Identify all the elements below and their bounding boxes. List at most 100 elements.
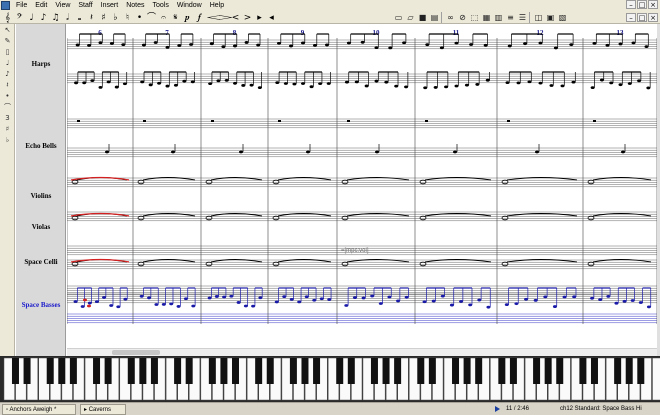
- horizontal-scroll-thumb[interactable]: [112, 350, 160, 355]
- piano-icon[interactable]: ▥: [493, 12, 504, 23]
- palette-symbol-icon[interactable]: 𝄋: [170, 12, 181, 23]
- black-key[interactable]: [637, 358, 645, 384]
- palette-symbol-icon[interactable]: 𝆏: [182, 12, 193, 23]
- new-icon[interactable]: ▭: [393, 12, 404, 23]
- doc-close-button[interactable]: ×: [648, 13, 658, 22]
- black-key[interactable]: [452, 358, 460, 384]
- palette-symbol-icon[interactable]: 𝄢: [14, 12, 25, 23]
- sharp-icon[interactable]: ♯: [1, 124, 14, 134]
- black-key[interactable]: [625, 358, 633, 384]
- white-key[interactable]: [652, 357, 660, 401]
- black-key[interactable]: [313, 358, 321, 384]
- black-key[interactable]: [347, 358, 355, 384]
- black-key[interactable]: [590, 358, 598, 384]
- staff-name-violins[interactable]: Violins: [16, 192, 66, 200]
- menu-tools[interactable]: Tools: [148, 1, 172, 10]
- palette-symbol-icon[interactable]: ♩: [26, 12, 37, 23]
- black-key[interactable]: [301, 358, 309, 384]
- eraser-icon[interactable]: ▯: [1, 47, 14, 57]
- black-key[interactable]: [11, 358, 19, 384]
- black-key[interactable]: [509, 358, 517, 384]
- rest-icon[interactable]: 𝄽: [1, 80, 14, 90]
- pointer-icon[interactable]: ↖: [1, 25, 14, 35]
- palette-symbol-icon[interactable]: 𝆓: [218, 12, 233, 23]
- black-key[interactable]: [614, 358, 622, 384]
- close-button[interactable]: ×: [648, 0, 658, 9]
- palette-symbol-icon[interactable]: >: [242, 12, 253, 23]
- midi-icon[interactable]: ▧: [557, 12, 568, 23]
- palette-symbol-icon[interactable]: 𝅗𝅥: [62, 12, 73, 23]
- quarter-note-icon[interactable]: ♩: [1, 58, 14, 68]
- black-key[interactable]: [139, 358, 147, 384]
- palette-symbol-icon[interactable]: <: [230, 12, 241, 23]
- palette-symbol-icon[interactable]: 𝄽: [86, 12, 97, 23]
- export-icon[interactable]: ▣: [545, 12, 556, 23]
- black-key[interactable]: [255, 358, 263, 384]
- mixer-icon[interactable]: ≡: [505, 12, 516, 23]
- menu-staff[interactable]: Staff: [74, 1, 96, 10]
- tie-icon[interactable]: ⌒: [1, 102, 14, 112]
- palette-symbol-icon[interactable]: ♭: [110, 12, 121, 23]
- black-key[interactable]: [150, 358, 158, 384]
- staff-name-harps[interactable]: Harps: [16, 60, 66, 68]
- open-icon[interactable]: ▱: [405, 12, 416, 23]
- black-key[interactable]: [127, 358, 135, 384]
- staff-name-space-celli[interactable]: Space Celli: [16, 258, 66, 266]
- black-key[interactable]: [23, 358, 31, 384]
- triplet-icon[interactable]: 3: [1, 113, 14, 123]
- taskbar-item-caverns[interactable]: ▸ Caverns: [80, 404, 126, 415]
- black-key[interactable]: [417, 358, 425, 384]
- black-key[interactable]: [544, 358, 552, 384]
- black-key[interactable]: [208, 358, 216, 384]
- black-key[interactable]: [498, 358, 506, 384]
- pencil-icon[interactable]: ✎: [1, 36, 14, 46]
- palette-symbol-icon[interactable]: ⌒: [146, 12, 157, 23]
- zoom-icon[interactable]: ⊘: [457, 12, 468, 23]
- staff-name-echo-bells[interactable]: Echo Bells: [16, 142, 66, 150]
- palette-symbol-icon[interactable]: ♮: [122, 12, 133, 23]
- palette-symbol-icon[interactable]: 𝅝: [74, 12, 85, 23]
- black-key[interactable]: [69, 358, 77, 384]
- black-key[interactable]: [428, 358, 436, 384]
- palette-symbol-icon[interactable]: ♫: [50, 12, 61, 23]
- palette-symbol-icon[interactable]: •: [134, 12, 145, 23]
- flat-icon[interactable]: ♭: [1, 135, 14, 145]
- dot-icon[interactable]: •: [1, 91, 14, 101]
- staff-name-space-basses[interactable]: Space Basses: [16, 301, 66, 309]
- black-key[interactable]: [58, 358, 66, 384]
- doc-minimize-button[interactable]: –: [626, 13, 636, 22]
- glasses-icon[interactable]: ∞: [445, 12, 456, 23]
- black-key[interactable]: [232, 358, 239, 384]
- eighth-note-icon[interactable]: ♪: [1, 69, 14, 79]
- taskbar-item-anchors-aweigh[interactable]: ▫ Anchors Aweigh *: [2, 404, 76, 415]
- staff-name-violas[interactable]: Violas: [16, 223, 66, 231]
- maximize-button[interactable]: □: [637, 0, 647, 9]
- palette-symbol-icon[interactable]: ◂: [266, 12, 277, 23]
- menu-notes[interactable]: Notes: [122, 1, 148, 10]
- menu-edit[interactable]: Edit: [31, 1, 51, 10]
- black-key[interactable]: [289, 358, 297, 384]
- list-icon[interactable]: ☰: [517, 12, 528, 23]
- black-key[interactable]: [220, 358, 228, 384]
- palette-symbol-icon[interactable]: 𝆒: [206, 12, 221, 23]
- score-area[interactable]: 6 7 8 9 10 11 12 13 =[mpc:vol]: [67, 24, 657, 356]
- select-icon[interactable]: ⬚: [469, 12, 480, 23]
- menu-file[interactable]: File: [12, 1, 31, 10]
- black-key[interactable]: [533, 358, 541, 384]
- horizontal-scrollbar[interactable]: [67, 348, 657, 356]
- grid-icon[interactable]: ▦: [481, 12, 492, 23]
- minimize-button[interactable]: –: [626, 0, 636, 9]
- black-key[interactable]: [579, 358, 587, 384]
- black-key[interactable]: [336, 358, 344, 384]
- menu-window[interactable]: Window: [173, 1, 206, 10]
- palette-symbol-icon[interactable]: 𝄞: [2, 12, 13, 23]
- black-key[interactable]: [266, 358, 274, 384]
- palette-symbol-icon[interactable]: ♯: [98, 12, 109, 23]
- black-key[interactable]: [370, 358, 378, 384]
- info-icon[interactable]: ◫: [533, 12, 544, 23]
- black-key[interactable]: [46, 358, 54, 384]
- black-key[interactable]: [185, 358, 193, 384]
- palette-symbol-icon[interactable]: ▸: [254, 12, 265, 23]
- black-key[interactable]: [556, 358, 564, 384]
- palette-symbol-icon[interactable]: ♪: [38, 12, 49, 23]
